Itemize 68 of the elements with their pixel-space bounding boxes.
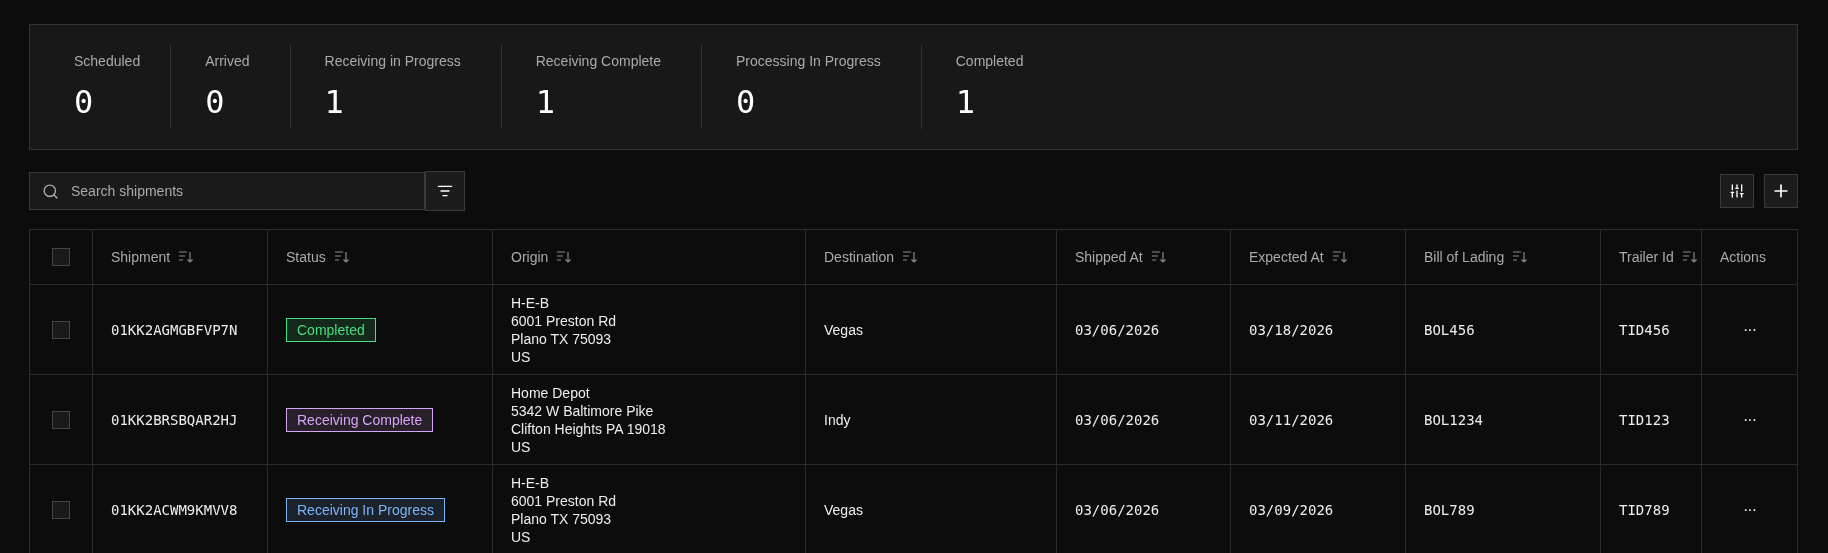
filter-icon xyxy=(437,183,453,199)
add-button[interactable] xyxy=(1764,174,1798,208)
table-cell: 03/09/2026 xyxy=(1249,501,1334,518)
table-cell: 01KK2AGMGBFVP7N xyxy=(111,321,238,338)
stat-label: Processing In Progress xyxy=(736,53,881,69)
search-bar[interactable]: Search shipments xyxy=(29,172,425,210)
sliders-icon xyxy=(1729,183,1745,199)
table-cell: Vegas xyxy=(824,321,863,338)
table-cell: 03/11/2026 xyxy=(1249,411,1334,428)
table-cell: TID123 xyxy=(1619,411,1670,428)
column-header[interactable]: Origin xyxy=(511,249,549,265)
stat-value: 0 xyxy=(205,83,226,121)
origin-address: Home Depot 5342 W Baltimore Pike Clifton Heights PA 19018 US xyxy=(511,383,666,456)
stat-label: Completed xyxy=(955,53,1024,69)
table-cell: 01KK2BRSBQAR2HJ xyxy=(111,411,238,428)
sort-icon[interactable] xyxy=(178,250,195,264)
status-badge: Receiving Complete xyxy=(286,407,434,432)
stat-label: Receiving Complete xyxy=(535,53,661,69)
checkbox[interactable] xyxy=(52,410,70,429)
column-header[interactable]: Trailer Id xyxy=(1619,249,1674,265)
stat-label: Scheduled xyxy=(74,53,141,69)
filter-button[interactable] xyxy=(425,171,465,211)
table-cell: 01KK2ACWM9KMVV8 xyxy=(111,501,238,518)
table-cell: 03/06/2026 xyxy=(1075,411,1160,428)
more-button[interactable]: ··· xyxy=(1743,410,1756,429)
checkbox[interactable] xyxy=(52,500,70,519)
table-cell: 03/06/2026 xyxy=(1075,501,1160,518)
status-badge: Completed xyxy=(286,317,376,342)
stat-value: 0 xyxy=(74,83,95,121)
table-cell: BOL789 xyxy=(1424,501,1475,518)
stat-value: 1 xyxy=(324,83,345,121)
column-header[interactable]: Status xyxy=(286,249,326,265)
table-cell: 03/18/2026 xyxy=(1249,321,1334,338)
more-button[interactable]: ··· xyxy=(1743,500,1756,519)
sort-icon[interactable] xyxy=(333,250,350,264)
search-icon xyxy=(42,182,59,200)
column-header[interactable]: Actions xyxy=(1720,249,1766,265)
sort-icon[interactable] xyxy=(902,250,919,264)
sort-icon[interactable] xyxy=(1331,250,1348,264)
settings-button[interactable] xyxy=(1720,174,1754,208)
column-header[interactable]: Destination xyxy=(824,249,895,265)
origin-address: H-E-B 6001 Preston Rd Plano TX 75093 US xyxy=(511,293,617,366)
column-header[interactable]: Expected At xyxy=(1249,249,1324,265)
stat-label: Receiving in Progress xyxy=(324,53,461,69)
stat-value: 1 xyxy=(955,83,976,121)
column-header[interactable]: Bill of Lading xyxy=(1424,249,1505,265)
sort-icon[interactable] xyxy=(1681,250,1698,264)
table-cell: Indy xyxy=(824,411,851,428)
table-cell: TID789 xyxy=(1619,501,1670,518)
table-cell: BOL1234 xyxy=(1424,411,1483,428)
sort-icon[interactable] xyxy=(1150,250,1167,264)
table-cell: 03/06/2026 xyxy=(1075,321,1160,338)
more-button[interactable]: ··· xyxy=(1743,320,1756,339)
sort-icon[interactable] xyxy=(556,250,573,264)
checkbox[interactable] xyxy=(52,320,70,339)
column-header[interactable]: Shipment xyxy=(111,249,171,265)
checkbox[interactable] xyxy=(52,248,70,266)
sort-icon[interactable] xyxy=(1512,250,1529,264)
search-field[interactable]: Search shipments xyxy=(69,182,412,200)
table-cell: Vegas xyxy=(824,501,863,518)
table-cell: BOL456 xyxy=(1424,321,1475,338)
origin-address: H-E-B 6001 Preston Rd Plano TX 75093 US xyxy=(511,473,617,546)
table-cell: TID456 xyxy=(1619,321,1670,338)
stat-label: Arrived xyxy=(205,53,250,69)
stat-value: 1 xyxy=(535,83,556,121)
column-header[interactable]: Shipped At xyxy=(1075,249,1143,265)
stat-value: 0 xyxy=(736,83,757,121)
status-badge: Receiving In Progress xyxy=(286,497,445,522)
